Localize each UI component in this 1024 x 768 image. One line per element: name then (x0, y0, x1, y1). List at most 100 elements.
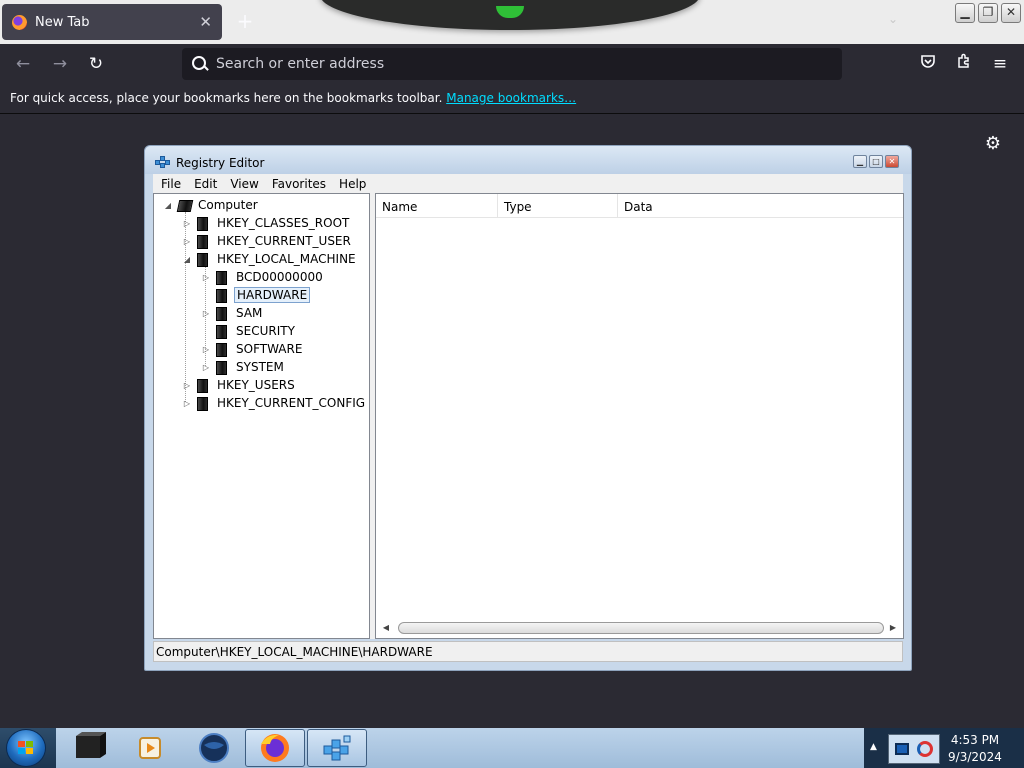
status-bar: Computer\HKEY_LOCAL_MACHINE\HARDWARE (153, 641, 903, 662)
folder-icon (214, 306, 228, 321)
tab-close-icon[interactable]: ✕ (199, 13, 212, 31)
taskbar: ▲ (0, 728, 1024, 768)
security-status-icon[interactable] (917, 741, 933, 757)
tree-item-software[interactable]: ▷ SOFTWARE (200, 340, 304, 358)
restore-button[interactable]: ❐ (978, 3, 998, 23)
menu-view[interactable]: View (230, 177, 258, 191)
menu-edit[interactable]: Edit (194, 177, 217, 191)
close-window-button[interactable]: ✕ (1001, 3, 1021, 23)
registry-editor-window: Registry Editor ▁ □ ✕ File Edit View Fav… (144, 145, 912, 671)
expand-arrow-icon[interactable]: ▷ (181, 237, 193, 246)
computer-icon (176, 198, 190, 212)
tab-strip: New Tab ✕ + ⌄ ▁ ❐ ✕ (0, 0, 1024, 44)
bookmarks-toolbar: For quick access, place your bookmarks h… (0, 84, 1024, 114)
expand-arrow-icon[interactable]: ▷ (200, 309, 212, 318)
folder-icon (195, 252, 209, 267)
collapse-arrow-icon[interactable]: ◢ (162, 201, 174, 210)
folder-icon (214, 324, 228, 339)
pocket-icon[interactable] (916, 52, 940, 76)
theme-glow (496, 6, 524, 18)
tree-item-hkey-users[interactable]: ▷ HKEY_USERS (181, 376, 297, 394)
forward-arrow-icon[interactable]: → (48, 52, 72, 76)
taskbar-media-player[interactable] (120, 729, 180, 767)
folder-icon (195, 234, 209, 249)
expand-arrow-icon[interactable]: ▷ (200, 363, 212, 372)
scroll-right-icon[interactable]: ▶ (887, 620, 899, 636)
column-data[interactable]: Data (618, 194, 903, 218)
regedit-maximize-button[interactable]: □ (869, 155, 883, 168)
menu-favorites[interactable]: Favorites (272, 177, 326, 191)
tree-item-hardware[interactable]: HARDWARE (200, 286, 311, 304)
tree-item-computer[interactable]: ◢ Computer (162, 196, 260, 214)
start-button[interactable] (6, 729, 46, 767)
gear-icon[interactable]: ⚙ (982, 133, 1004, 155)
taskbar-firefox[interactable] (245, 729, 305, 767)
expand-arrow-icon[interactable]: ▷ (181, 381, 193, 390)
tree-item-bcd00000000[interactable]: ▷ BCD00000000 (200, 268, 325, 286)
registry-editor-icon (155, 154, 171, 168)
list-all-tabs-icon[interactable]: ⌄ (888, 12, 898, 26)
registry-editor-titlebar[interactable]: Registry Editor ▁ □ ✕ (145, 146, 911, 174)
clock-date[interactable]: 9/3/2024 (946, 750, 1004, 764)
taskbar-registry-editor[interactable] (307, 729, 367, 767)
expand-arrow-icon[interactable]: ▷ (181, 399, 193, 408)
tree-item-hkey-current-config[interactable]: ▷ HKEY_CURRENT_CONFIG (181, 394, 367, 412)
column-type[interactable]: Type (498, 194, 618, 218)
tree-item-system[interactable]: ▷ SYSTEM (200, 358, 286, 376)
tree-item-hkey-local-machine[interactable]: ◢ HKEY_LOCAL_MACHINE (181, 250, 358, 268)
tree-item-security[interactable]: SECURITY (200, 322, 297, 340)
folder-icon (195, 396, 209, 411)
folder-icon (214, 270, 228, 285)
theme-decoration (320, 0, 700, 30)
address-bar[interactable] (182, 48, 842, 80)
horizontal-scrollbar[interactable]: ◀ ▶ (380, 620, 899, 636)
tray-icons (888, 734, 940, 764)
key-tree[interactable]: ◢ Computer ▷ HKEY_CLASSES_ROOT ▷ HKEY_CU… (153, 193, 370, 639)
collapse-arrow-icon[interactable]: ◢ (181, 255, 193, 264)
search-icon (190, 54, 210, 74)
expand-arrow-icon[interactable]: ▷ (200, 345, 212, 354)
menu-help[interactable]: Help (339, 177, 366, 191)
bookmarks-message: For quick access, place your bookmarks h… (10, 91, 443, 105)
tab-new-tab[interactable]: New Tab ✕ (2, 4, 222, 40)
column-name[interactable]: Name (376, 194, 498, 218)
values-list[interactable]: Name Type Data ◀ ▶ (375, 193, 904, 639)
expand-arrow-icon[interactable]: ▷ (200, 273, 212, 282)
address-input[interactable] (216, 56, 842, 72)
minimize-button[interactable]: ▁ (955, 3, 975, 23)
current-key-path: Computer\HKEY_LOCAL_MACHINE\HARDWARE (156, 645, 433, 659)
extensions-icon[interactable] (952, 52, 976, 76)
tree-item-hkey-classes-root[interactable]: ▷ HKEY_CLASSES_ROOT (181, 214, 351, 232)
folder-icon (195, 216, 209, 231)
regedit-close-button[interactable]: ✕ (885, 155, 899, 168)
tree-item-hkey-current-user[interactable]: ▷ HKEY_CURRENT_USER (181, 232, 353, 250)
scroll-left-icon[interactable]: ◀ (380, 620, 392, 636)
folder-icon (214, 288, 228, 303)
firefox-logo-icon (12, 14, 27, 30)
tree-item-sam[interactable]: ▷ SAM (200, 304, 264, 322)
windows-logo-icon (18, 741, 35, 756)
taskbar-buttons (56, 728, 864, 768)
show-hidden-icons-arrow[interactable]: ▲ (870, 742, 877, 752)
navigation-toolbar: ← → ↻ ≡ (0, 44, 1024, 84)
list-header: Name Type Data (376, 194, 903, 218)
back-arrow-icon[interactable]: ← (11, 52, 35, 76)
scroll-thumb[interactable] (398, 622, 884, 634)
folder-icon (214, 360, 228, 375)
regedit-minimize-button[interactable]: ▁ (853, 155, 867, 168)
tab-title: New Tab (35, 14, 90, 30)
menu-file[interactable]: File (161, 177, 181, 191)
folder-icon (214, 342, 228, 357)
reload-icon[interactable]: ↻ (84, 52, 108, 76)
folder-icon (195, 378, 209, 393)
taskbar-cube-app[interactable] (60, 729, 120, 767)
window-title: Registry Editor (176, 156, 265, 170)
network-icon[interactable] (895, 743, 909, 755)
new-tab-button[interactable]: + (234, 10, 256, 32)
hamburger-menu-icon[interactable]: ≡ (988, 52, 1012, 76)
taskbar-globe-app[interactable] (184, 729, 244, 767)
manage-bookmarks-link[interactable]: Manage bookmarks… (446, 91, 576, 105)
expand-arrow-icon[interactable]: ▷ (181, 219, 193, 228)
menu-bar: File Edit View Favorites Help (153, 174, 903, 193)
clock-time[interactable]: 4:53 PM (950, 733, 1000, 747)
